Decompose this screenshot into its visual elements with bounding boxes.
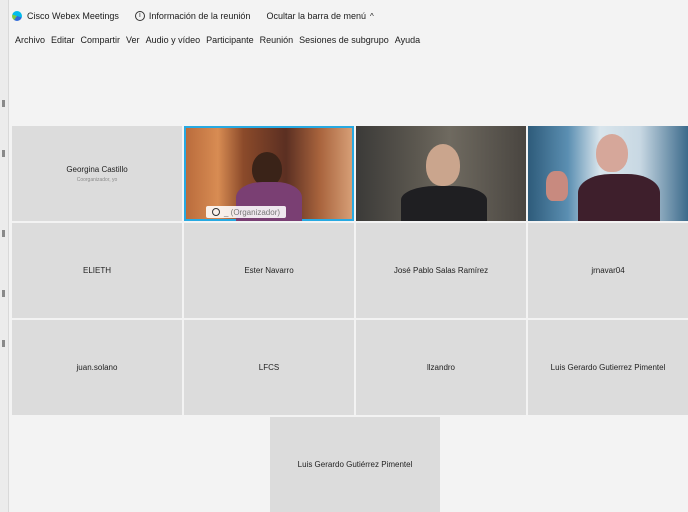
chevron-up-icon: ^ bbox=[370, 11, 374, 21]
participant-tile[interactable]: José Pablo Salas Ramírez bbox=[356, 223, 526, 318]
menu-compartir[interactable]: Compartir bbox=[81, 35, 121, 45]
participant-name: jrnavar04 bbox=[591, 266, 625, 275]
participant-name: Luis Gerardo Gutiérrez Pimentel bbox=[297, 460, 413, 469]
participant-video-person bbox=[426, 144, 460, 186]
menu-ayuda[interactable]: Ayuda bbox=[395, 35, 420, 45]
menu-reunion[interactable]: Reunión bbox=[260, 35, 294, 45]
participant-role: Coorganizador, yo bbox=[76, 176, 118, 183]
participant-name: llzandro bbox=[426, 363, 455, 372]
participant-tile[interactable]: llzandro bbox=[356, 320, 526, 415]
meeting-info-button[interactable]: i Información de la reunión bbox=[134, 11, 251, 21]
participant-tile[interactable]: ELIETH bbox=[12, 223, 182, 318]
app-title: Cisco Webex Meetings bbox=[12, 11, 119, 21]
participant-tile[interactable]: Luis Gerardo Gutierrez Pimentel bbox=[528, 320, 688, 415]
participant-video-3[interactable] bbox=[528, 126, 688, 221]
participant-tile[interactable]: Luis Gerardo Gutiérrez Pimentel bbox=[270, 417, 440, 512]
participant-tile[interactable]: LFCS bbox=[184, 320, 354, 415]
webex-logo-icon bbox=[12, 11, 22, 21]
menu-subgrupos[interactable]: Sesiones de subgrupo bbox=[299, 35, 389, 45]
organizer-name-tag: _ (Organizador) bbox=[206, 206, 287, 218]
participant-video-2[interactable] bbox=[356, 126, 526, 221]
app-name: Cisco Webex Meetings bbox=[27, 11, 119, 21]
participant-name: José Pablo Salas Ramírez bbox=[393, 266, 489, 275]
meeting-info-label: Información de la reunión bbox=[148, 11, 251, 21]
participant-video-organizer[interactable]: _ (Organizador) bbox=[184, 126, 354, 221]
menu-audio-video[interactable]: Audio y vídeo bbox=[146, 35, 201, 45]
raised-hand bbox=[546, 171, 568, 201]
participant-video-person bbox=[252, 152, 282, 186]
menu-archivo[interactable]: Archivo bbox=[15, 35, 45, 45]
participant-name: Ester Navarro bbox=[244, 266, 294, 275]
window-left-edge bbox=[0, 0, 9, 512]
hide-menu-label: Ocultar la barra de menú bbox=[266, 11, 366, 21]
participant-tile[interactable]: jrnavar04 bbox=[528, 223, 688, 318]
participant-name: LFCS bbox=[258, 363, 280, 372]
menu-participante[interactable]: Participante bbox=[206, 35, 254, 45]
participant-name: Georgina Castillo bbox=[66, 164, 128, 174]
hide-menu-button[interactable]: Ocultar la barra de menú ^ bbox=[266, 11, 373, 21]
menu-bar: Archivo Editar Compartir Ver Audio y víd… bbox=[15, 32, 426, 48]
participant-video-person bbox=[596, 134, 628, 172]
participant-video-body bbox=[578, 174, 660, 221]
organizer-label: _ (Organizador) bbox=[224, 207, 281, 217]
participant-name: Luis Gerardo Gutierrez Pimentel bbox=[550, 363, 666, 372]
menu-editar[interactable]: Editar bbox=[51, 35, 75, 45]
participant-video-body bbox=[401, 186, 487, 221]
participant-name: juan.solano bbox=[76, 363, 118, 372]
participant-tile[interactable]: Ester Navarro bbox=[184, 223, 354, 318]
microphone-icon bbox=[212, 208, 220, 216]
participant-tile[interactable]: juan.solano bbox=[12, 320, 182, 415]
title-bar: Cisco Webex Meetings i Información de la… bbox=[12, 7, 390, 25]
info-icon: i bbox=[134, 11, 145, 21]
menu-ver[interactable]: Ver bbox=[126, 35, 140, 45]
participant-name: ELIETH bbox=[82, 266, 111, 275]
participant-tile-self[interactable]: Georgina Castillo Coorganizador, yo bbox=[12, 126, 182, 221]
